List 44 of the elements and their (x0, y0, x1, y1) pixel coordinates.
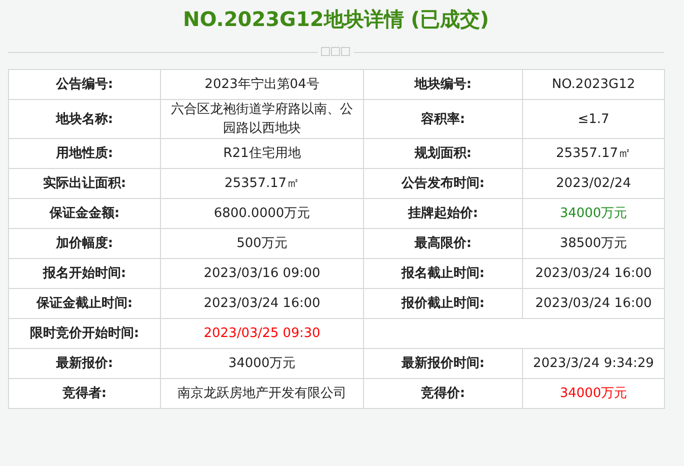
field-label: 地块编号: (414, 77, 472, 92)
field-value: R21住宅用地 (223, 146, 301, 161)
field-label: 最高限价: (414, 236, 472, 251)
field-value: 500万元 (236, 236, 288, 251)
field-label: 报名开始时间: (42, 266, 126, 281)
field-value: 2023/02/24 (556, 176, 631, 191)
field-value: 2023/03/24 16:00 (535, 266, 652, 281)
field-label: 竞得价: (420, 386, 466, 401)
field-label: 报名截止时间: (401, 266, 485, 281)
field-label: 挂牌起始价: (408, 206, 478, 221)
field-label: 最新报价: (56, 356, 114, 371)
field-label: 竞得者: (62, 386, 107, 401)
field-value: 6800.0000万元 (214, 206, 310, 221)
field-label: 实际出让面积: (42, 176, 126, 191)
field-value: 南京龙跃房地产开发有限公司 (178, 386, 346, 401)
field-value: 2023/03/24 16:00 (204, 296, 320, 311)
field-value: 34000万元 (560, 206, 628, 221)
field-value: 2023/03/16 09:00 (204, 266, 320, 281)
field-label: 容积率: (420, 112, 466, 126)
field-label: 规划面积: (414, 146, 472, 161)
field-value: NO.2023G12 (552, 77, 636, 92)
field-label: 保证金截止时间: (36, 296, 133, 311)
field-label: 保证金金额: (49, 206, 120, 221)
field-value: 34000万元 (228, 356, 296, 371)
field-value: 38500万元 (560, 236, 628, 251)
field-value: 六合区龙袍街道学府路以南、公园路以西地块 (171, 102, 353, 136)
field-value: 2023年宁出第04号 (204, 77, 320, 92)
field-label: 报价截止时间: (401, 296, 485, 311)
field-value: 34000万元 (560, 386, 628, 401)
field-label: 公告发布时间: (401, 176, 485, 191)
field-value: ≤1.7 (578, 112, 610, 126)
field-value: 2023/03/24 16:00 (535, 296, 652, 311)
field-label: 用地性质: (56, 146, 114, 161)
field-label: 最新报价时间: (401, 356, 485, 371)
field-value: 25357.17㎡ (556, 146, 632, 161)
field-label: 地块名称: (56, 112, 114, 126)
field-value: 2023/3/24 9:34:29 (533, 356, 654, 371)
field-value: 2023/03/25 09:30 (204, 326, 320, 341)
divider-ornament-icon (321, 47, 351, 57)
field-label: 加价幅度: (56, 236, 114, 251)
field-label: 公告编号: (56, 77, 114, 92)
field-value: 25357.17㎡ (224, 176, 300, 191)
field-label: 限时竞价开始时间: (30, 326, 140, 341)
page-title: NO.2023G12地块详情 (已成交) (182, 6, 490, 33)
